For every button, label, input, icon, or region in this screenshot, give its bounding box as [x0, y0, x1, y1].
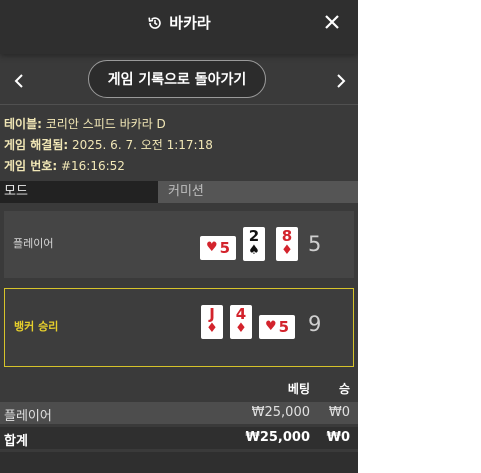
header-bar: 바카라: [0, 0, 358, 54]
mode-row: 모드 커미션: [0, 181, 358, 203]
settled-info: 게임 해결됨: 2025. 6. 7. 오전 1:17:18: [4, 135, 213, 156]
game-number-info: 게임 번호: #16:16:52: [4, 156, 213, 177]
history-icon: [148, 17, 162, 29]
table-value: 코리안 스피드 바카라 D: [45, 117, 166, 131]
total-win: ₩0: [326, 430, 350, 445]
navigation-row: 게임 기록으로 돌아가기: [0, 58, 358, 105]
settled-value: 2025. 6. 7. 오전 1:17:18: [72, 138, 213, 152]
banker-card-1: J ♦: [201, 305, 223, 339]
bet-amount: ₩25,000: [251, 405, 310, 420]
banker-hand: 뱅커 승리 J ♦ 4 ♦ ♥ 5 9: [4, 288, 354, 367]
bet-table-header: 베팅 승: [0, 376, 358, 400]
card-rank: 5: [219, 239, 231, 257]
chevron-right-icon[interactable]: [332, 72, 348, 90]
card-suit-icon: ♥: [264, 319, 277, 334]
game-info: 테이블: 코리안 스피드 바카라 D 게임 해결됨: 2025. 6. 7. 오…: [4, 114, 213, 177]
card-rank: 4: [235, 305, 247, 323]
game-detail-panel: 바카라 게임 기록으로 돌아가기 테이블: 코리안 스피드 바카라 D 게임 해…: [0, 0, 358, 473]
win-column-header: 승: [338, 382, 350, 396]
card-rank: J: [209, 305, 215, 323]
card-rank: 2: [248, 227, 260, 245]
card-rank: 8: [281, 227, 293, 245]
banker-card-2: 4 ♦: [230, 305, 252, 339]
banker-score: 9: [308, 312, 322, 336]
banker-label: 뱅커 승리: [14, 320, 59, 333]
player-label: 플레이어: [13, 237, 54, 250]
card-suit-icon: ♥: [205, 240, 218, 255]
player-card-3: 8 ♦: [276, 227, 298, 261]
game-number-label: 게임 번호:: [4, 159, 58, 173]
panel-footer: [0, 452, 358, 473]
mode-value: 커미션: [158, 181, 358, 203]
total-label: 합계: [4, 434, 28, 449]
total-amount: ₩25,000: [245, 430, 310, 445]
header-title-wrap: 바카라: [0, 12, 358, 33]
bet-column-header: 베팅: [287, 382, 310, 396]
table-label: 테이블:: [4, 117, 42, 131]
player-card-1: ♥ 5: [200, 236, 236, 260]
card-suit-icon: ♦: [206, 321, 218, 336]
player-score: 5: [308, 232, 322, 256]
player-card-2: 2 ♠: [243, 227, 265, 261]
table-row: 플레이어 ₩25,000 ₩0: [0, 402, 358, 424]
mode-label: 모드: [0, 181, 158, 203]
game-number-value: #16:16:52: [60, 159, 125, 173]
close-icon[interactable]: [322, 12, 342, 32]
card-rank: 5: [278, 318, 290, 336]
table-info: 테이블: 코리안 스피드 바카라 D: [4, 114, 213, 135]
total-row: 합계 ₩25,000 ₩0: [0, 427, 358, 449]
card-suit-icon: ♦: [235, 321, 247, 336]
card-suit-icon: ♠: [248, 243, 260, 258]
settled-label: 게임 해결됨:: [4, 138, 69, 152]
back-to-history-button[interactable]: 게임 기록으로 돌아가기: [88, 60, 266, 98]
bet-win: ₩0: [328, 405, 350, 420]
page-title: 바카라: [169, 14, 211, 32]
chevron-left-icon[interactable]: [12, 72, 28, 90]
banker-card-3: ♥ 5: [259, 315, 295, 339]
card-suit-icon: ♦: [281, 243, 293, 258]
player-hand: 플레이어 ♥ 5 2 ♠ 8 ♦ 5: [4, 211, 354, 278]
bet-name: 플레이어: [4, 409, 52, 424]
